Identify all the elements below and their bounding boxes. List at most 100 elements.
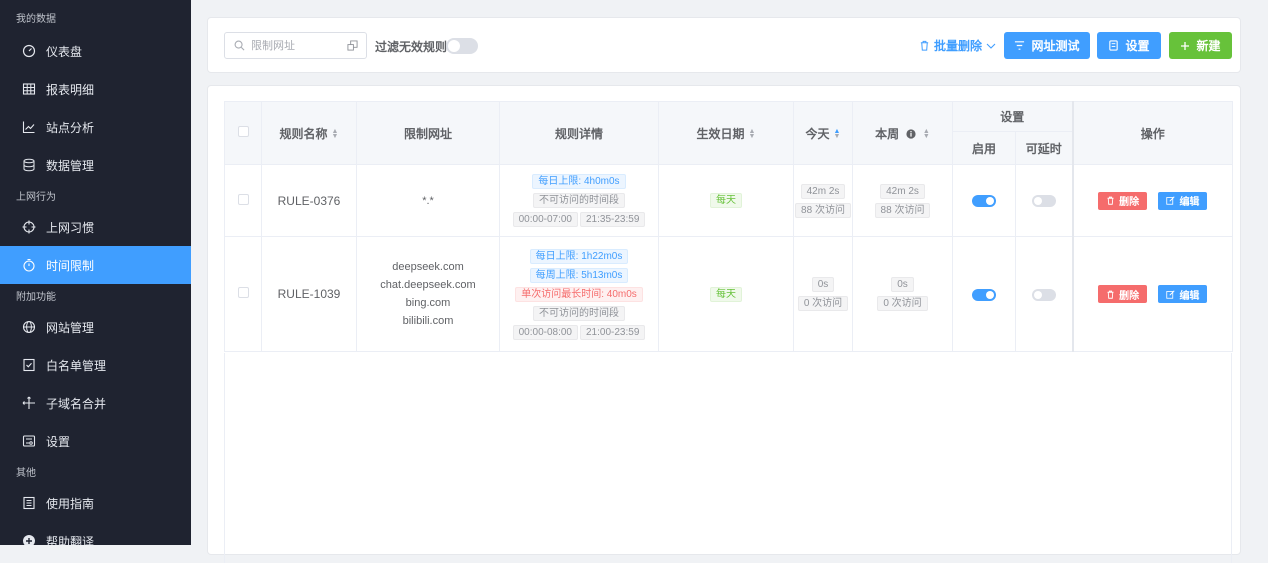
sidebar-item-label: 时间限制 (46, 258, 95, 273)
delayable-toggle[interactable] (1031, 195, 1056, 208)
trash-icon (1107, 196, 1114, 205)
rule-name-text: RULE-1039 (277, 287, 341, 301)
sidebar-section-title: 其他 (16, 468, 36, 479)
delete-button[interactable]: 删除 (1098, 191, 1148, 210)
rule-tag: 21:00-23:59 (580, 324, 646, 340)
sidebar-item[interactable]: 白名单管理 (0, 346, 191, 384)
week-stats: 42m 2s 88 次访问 (852, 164, 953, 237)
enabled-toggle[interactable] (972, 288, 996, 301)
chevron-down-icon (986, 43, 996, 49)
rule-tag: 00:00-07:00 (512, 212, 578, 227)
settings-button-label: 设置 (1125, 39, 1150, 53)
rule-tag: 不可访问的时间段 (533, 193, 625, 208)
week-time-tag: 42m 2s (880, 183, 925, 199)
rule-detail: 每日上限: 1h22m0s 每周上限: 5h13m0s 单次访问最长时间: 40m0… (499, 236, 659, 352)
header-date-label: 生效日期 (696, 126, 745, 141)
header-delayable-label: 可延时 (1025, 141, 1062, 156)
edit-icon (1166, 196, 1176, 205)
sidebar-item-label: 使用指南 (46, 496, 95, 511)
sidebar-item-label: 仪表盘 (46, 44, 83, 59)
sidebar-item[interactable]: 帮助翻译 (0, 522, 191, 545)
sidebar-item[interactable]: 报表明细 (0, 70, 191, 108)
sidebar-item[interactable]: 时间限制 (0, 246, 191, 284)
header-today[interactable]: 今天 ▲ ▼ (793, 101, 853, 165)
header-enabled-label: 启用 (971, 141, 996, 156)
edit-label: 编辑 (1179, 290, 1200, 302)
today-visits-tag: 0 次访问 (797, 296, 849, 311)
today-stats: 0s 0 次访问 (793, 236, 853, 352)
filter-icon (1015, 41, 1025, 50)
chart-icon (22, 121, 35, 134)
enabled-cell (952, 236, 1016, 352)
search-input[interactable] (251, 39, 341, 52)
header-week[interactable]: 本周 ▲ ▼ (852, 101, 953, 165)
edit-button[interactable]: 编辑 (1158, 285, 1208, 303)
edit-icon (1166, 289, 1176, 299)
sidebar-item[interactable]: 上网习惯 (0, 208, 191, 246)
filter-invalid-toggle[interactable] (446, 38, 478, 54)
rule-tag: 不可访问的时间段 (533, 305, 625, 321)
edit-label: 编辑 (1179, 197, 1200, 208)
new-rule-button[interactable]: 新建 (1169, 32, 1232, 59)
sidebar-item[interactable]: 使用指南 (0, 484, 191, 522)
row-checkbox[interactable] (237, 287, 249, 298)
header-date[interactable]: 生效日期 ▲ ▼ (658, 101, 794, 165)
sort-icon[interactable]: ▲ ▼ (749, 128, 756, 140)
delayable-toggle[interactable] (1031, 288, 1056, 301)
sidebar-item[interactable]: 子域名合并 (0, 384, 191, 422)
sidebar-item[interactable]: 数据管理 (0, 146, 191, 184)
sort-icon-active[interactable]: ▲ ▼ (834, 128, 841, 140)
sidebar-item[interactable]: 设置 (0, 422, 191, 460)
rule-tag: 单次访问最长时间: 40m0s (515, 286, 643, 302)
delete-label: 删除 (1119, 290, 1140, 302)
sort-icon[interactable]: ▲ ▼ (923, 128, 930, 140)
week-stats: 0s 0 次访问 (852, 236, 953, 352)
delayable-cell (1014, 236, 1074, 352)
header-today-label: 今天 (805, 126, 830, 141)
sidebar-item[interactable]: 站点分析 (0, 108, 191, 146)
settings-icon (22, 435, 36, 447)
delete-label: 删除 (1119, 197, 1140, 208)
rule-tag: 21:35-23:59 (580, 212, 646, 227)
edit-button[interactable]: 编辑 (1158, 191, 1208, 210)
row-checkbox[interactable] (237, 193, 249, 205)
sidebar: 我的数据 仪表盘 报表明细 站点分析 数据管理 上网行为 上网习惯 时间限制 附加功… (0, 0, 191, 545)
sidebar-item-label: 设置 (46, 434, 71, 449)
rule-date: 每天 (658, 164, 794, 237)
url-test-label: 网址测试 (1031, 39, 1080, 53)
sort-icon[interactable]: ▲ ▼ (332, 128, 339, 140)
batch-delete-dropdown[interactable]: 批量删除 (919, 37, 996, 54)
url-text: deepseek.com (392, 261, 464, 273)
book-icon (23, 496, 35, 510)
url-test-button[interactable]: 网址测试 (1004, 32, 1090, 59)
sidebar-section-title: 上网行为 (16, 192, 56, 203)
enabled-cell (952, 164, 1016, 237)
rules-table: 规则名称 ▲ ▼ 限制网址 规则详情 生效日期 ▲ ▼ 今天 ▲ ▼ 本周 ▲ ▼ 设置 操作… (224, 101, 1234, 352)
sidebar-item-label: 子域名合并 (46, 396, 107, 411)
timer-icon (23, 258, 35, 272)
enabled-toggle[interactable] (972, 195, 996, 208)
week-visits-tag: 0 次访问 (877, 296, 928, 311)
delete-button[interactable]: 删除 (1098, 285, 1148, 303)
settings-button[interactable]: 设置 (1097, 32, 1161, 59)
header-name[interactable]: 规则名称 ▲ ▼ (261, 101, 357, 165)
sidebar-item[interactable]: 仪表盘 (0, 32, 191, 70)
header-settings-label: 设置 (1000, 110, 1025, 124)
url-picker-icon[interactable] (347, 40, 358, 51)
table-row: RULE-1039 deepseek.com chat.deepseek.com b… (224, 236, 1234, 352)
delayable-cell (1014, 164, 1074, 237)
search-box[interactable] (224, 32, 367, 59)
sidebar-item-label: 网站管理 (46, 320, 95, 335)
header-name-label: 规则名称 (279, 126, 328, 141)
sidebar-item[interactable]: 网站管理 (0, 308, 191, 346)
translate-icon (23, 535, 35, 545)
rules-table-card: 规则名称 ▲ ▼ 限制网址 规则详情 生效日期 ▲ ▼ 今天 ▲ ▼ 本周 ▲ ▼ 设置 操作… (207, 85, 1241, 563)
trash-icon (1107, 290, 1114, 299)
rule-name: RULE-0376 (261, 164, 357, 237)
select-all-checkbox[interactable] (237, 126, 249, 137)
info-icon[interactable] (905, 128, 916, 139)
trash-icon (920, 40, 929, 51)
table-row: RULE-0376 *.* 每日上限: 4h0m0s 不可访问的时间段 00:00-… (224, 164, 1234, 237)
globe-icon (22, 320, 36, 334)
header-enabled: 启用 (952, 131, 1016, 165)
